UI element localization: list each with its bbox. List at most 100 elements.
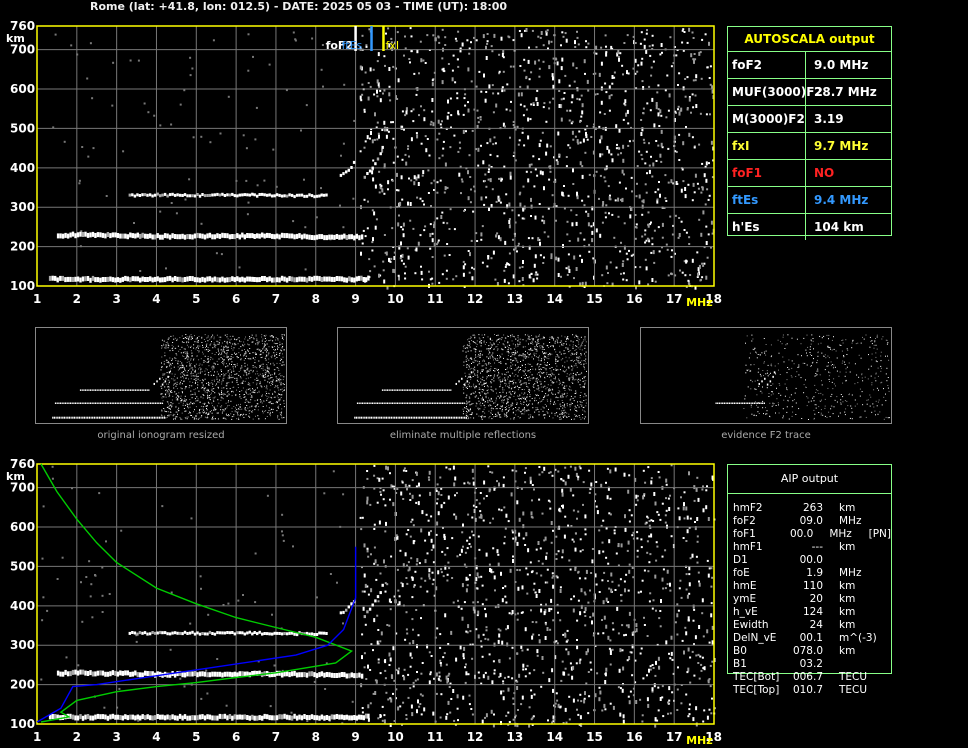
trace-point <box>315 715 319 721</box>
thumb-noise <box>262 352 264 354</box>
thumb-noise <box>518 398 520 400</box>
thumb-noise <box>220 369 222 371</box>
thumb-trace <box>435 389 437 391</box>
trace-point <box>213 193 217 197</box>
thumb-noise <box>572 382 574 384</box>
thumb-noise <box>270 385 272 386</box>
thumb-noise <box>231 364 232 365</box>
thumb-noise <box>514 354 516 356</box>
trace-point <box>268 715 271 721</box>
thumb-trace <box>458 402 460 404</box>
thumb-noise <box>578 374 580 376</box>
thumb-trace <box>438 389 440 391</box>
thumb-noise <box>501 401 503 403</box>
thumb-noise <box>479 355 481 357</box>
trace-point <box>191 715 194 721</box>
thumb-noise <box>477 376 479 378</box>
thumb-noise <box>222 398 224 400</box>
trace-point <box>156 631 159 635</box>
thumb-noise <box>876 336 878 338</box>
thumb-noise <box>201 337 203 339</box>
thumb-noise <box>466 410 468 412</box>
thumb-noise <box>572 334 574 336</box>
thumb-trace <box>370 402 372 404</box>
thumb-noise <box>239 406 241 408</box>
thumb-noise <box>281 408 283 410</box>
thumb-noise <box>492 414 493 415</box>
thumb-noise <box>490 412 492 413</box>
thumb-noise <box>508 407 510 409</box>
thumb-noise <box>161 339 163 341</box>
thumb-noise <box>542 348 544 350</box>
thumb-trace <box>362 416 364 419</box>
thumb-noise <box>277 417 278 419</box>
thumb-noise <box>516 402 518 404</box>
thumb-noise <box>524 373 526 375</box>
thumb-noise <box>758 413 760 414</box>
thumb-noise <box>859 395 861 397</box>
thumb-noise <box>251 334 253 336</box>
thumb-trace <box>405 389 407 391</box>
thumb-noise <box>166 372 168 374</box>
trace-point <box>303 672 306 677</box>
trace-point <box>79 231 82 237</box>
thumb-noise <box>542 336 544 338</box>
thumb-trace <box>452 416 454 419</box>
thumb-noise <box>506 358 508 360</box>
thumb-noise <box>875 373 877 375</box>
trace-point <box>121 276 124 282</box>
thumb-noise <box>273 342 275 344</box>
thumb-noise <box>579 361 581 363</box>
thumb-trace <box>369 416 371 419</box>
thumb-noise <box>536 346 538 348</box>
trace-point <box>159 630 162 634</box>
thumb-noise <box>266 416 268 417</box>
thumb-noise <box>572 375 574 377</box>
thumb-noise <box>507 410 509 412</box>
thumb-noise <box>475 385 477 387</box>
thumb-noise <box>554 348 556 350</box>
thumb-noise <box>276 395 278 397</box>
thumb-noise <box>886 367 888 369</box>
thumb-trace <box>106 389 108 391</box>
thumb-noise <box>466 408 468 410</box>
trace-point <box>271 194 274 198</box>
thumb-noise <box>883 388 884 390</box>
thumb-noise <box>214 354 216 355</box>
trace-point <box>198 714 202 720</box>
y-tick-label-760: 760 <box>10 457 35 471</box>
thumb-noise <box>465 347 467 349</box>
thumb-noise <box>198 417 200 419</box>
thumb-noise <box>190 394 192 396</box>
trace-point <box>371 166 374 170</box>
thumb-noise <box>578 339 580 341</box>
thumb-noise <box>177 362 179 364</box>
thumb-trace <box>113 402 115 404</box>
thumb-noise <box>846 348 848 350</box>
thumb-noise <box>539 397 541 399</box>
thumb-noise <box>248 358 250 360</box>
thumb-noise <box>231 395 233 397</box>
thumb-noise <box>787 334 789 336</box>
thumb-noise <box>255 373 257 375</box>
thumb-trace <box>466 380 469 383</box>
autoscala-value: 9.0 MHz <box>814 58 869 72</box>
thumb-trace <box>359 416 361 419</box>
thumb-noise <box>584 336 586 338</box>
trace-point <box>271 277 274 283</box>
thumb-noise <box>262 363 264 365</box>
thumb-noise <box>229 335 231 337</box>
trace-point <box>84 670 87 676</box>
thumb-noise <box>189 412 191 414</box>
thumb-noise <box>481 389 483 390</box>
thumb-noise <box>504 373 506 375</box>
thumb-noise <box>821 337 823 339</box>
thumb-noise <box>515 351 517 353</box>
thumb-noise <box>241 408 243 410</box>
trace-point <box>159 234 162 240</box>
thumb-noise <box>847 405 849 407</box>
thumb-noise <box>207 397 208 399</box>
thumb-noise <box>800 377 802 379</box>
thumb-noise <box>555 376 556 378</box>
trace-point <box>315 673 319 679</box>
